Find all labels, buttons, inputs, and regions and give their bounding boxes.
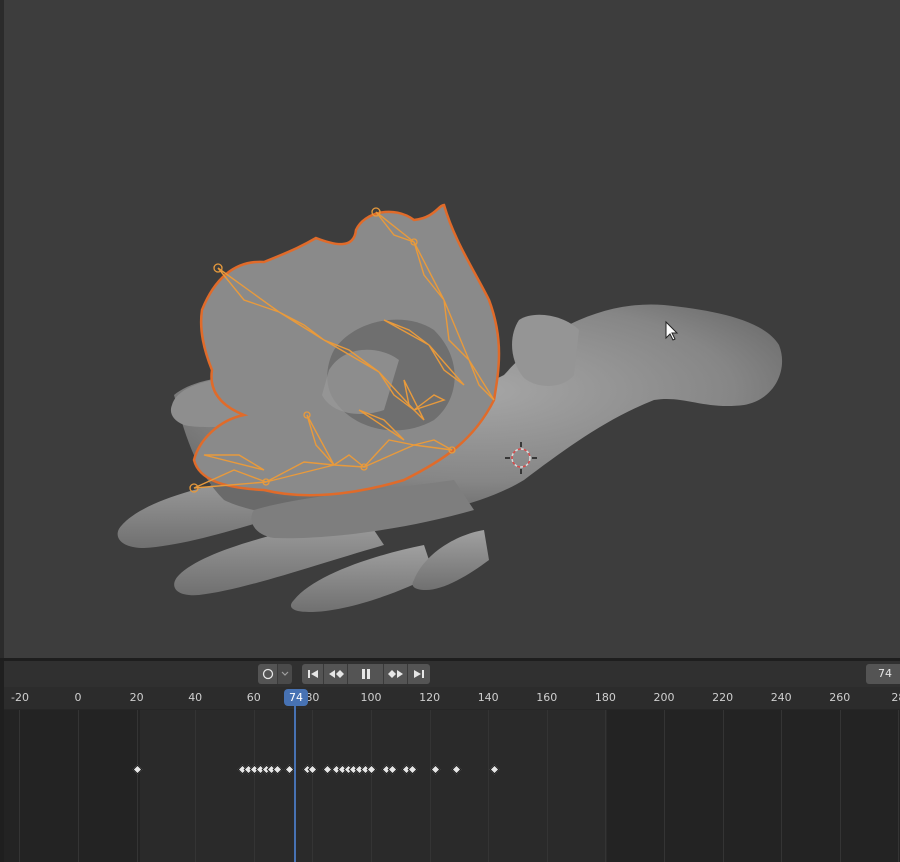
grid-line [488, 710, 490, 862]
grid-line [898, 710, 900, 862]
keyframe-marker[interactable] [307, 764, 318, 775]
frame-ruler[interactable]: -20 0 20 40 60 80 100 120 140 160 180 200 220 240 260 2… [4, 687, 900, 710]
grid-line [605, 710, 607, 862]
grid-line [429, 710, 431, 862]
3d-viewport[interactable] [0, 0, 900, 658]
keyframe-marker[interactable] [431, 764, 441, 775]
chevron-down-icon[interactable] [278, 664, 292, 684]
grid-line [371, 710, 372, 862]
grid-line [839, 710, 841, 862]
keyframe-marker[interactable] [451, 764, 462, 775]
jump-to-start-icon[interactable] [302, 664, 324, 684]
keyframe-marker[interactable] [284, 764, 295, 775]
jump-to-end-icon[interactable] [408, 664, 430, 684]
grid-line [253, 710, 255, 862]
keyframe-marker[interactable] [407, 764, 418, 775]
next-keyframe-icon[interactable] [384, 664, 408, 684]
grid-line [664, 710, 665, 862]
grid-line [195, 710, 197, 862]
ruler-tick-label: 0 [74, 691, 82, 704]
keyframe-marker[interactable] [132, 764, 143, 775]
ruler-tick-label: 60 [246, 691, 261, 704]
record-circle-icon[interactable] [258, 664, 278, 684]
ruler-tick-label: 20 [129, 691, 144, 704]
before-range-shade [4, 710, 140, 862]
ruler-tick-label: 140 [477, 691, 499, 704]
hand-model-render[interactable] [4, 0, 900, 658]
keyframe-track-area[interactable] [4, 710, 900, 862]
pause-icon[interactable] [348, 664, 384, 684]
ruler-tick-label: 28 [891, 691, 900, 704]
after-range-shade [607, 710, 900, 862]
summary-keyframe-row[interactable] [4, 763, 900, 777]
ruler-tick-label: 260 [829, 691, 851, 704]
grid-line [19, 710, 21, 862]
ruler-tick-label: 220 [712, 691, 734, 704]
playback-controls [302, 664, 430, 684]
grid-line [781, 710, 783, 862]
ruler-tick-label: 120 [419, 691, 441, 704]
grid-line [312, 710, 314, 862]
keyframe-marker[interactable] [366, 764, 377, 775]
ruler-tick-label: 100 [360, 691, 382, 704]
grid-line [546, 710, 548, 862]
grid-line [136, 710, 138, 862]
previous-keyframe-icon[interactable] [324, 664, 348, 684]
timeline-header: 74 [4, 661, 900, 687]
ruler-tick-label: 200 [653, 691, 675, 704]
ruler-tick-label: 180 [594, 691, 616, 704]
ruler-tick-label: -20 [11, 691, 29, 704]
ruler-tick-label: 40 [188, 691, 203, 704]
keyframe-marker[interactable] [489, 764, 500, 775]
playhead-line[interactable] [294, 706, 296, 862]
keyframe-marker[interactable] [272, 764, 283, 775]
current-frame-indicator[interactable]: 74 [284, 689, 308, 706]
grid-line [78, 710, 79, 862]
grid-line [722, 710, 724, 862]
selected-mesh-region[interactable] [192, 203, 501, 497]
current-frame-field[interactable]: 74 [866, 664, 900, 684]
ruler-tick-label: 240 [770, 691, 792, 704]
timeline-editor[interactable]: 74 -20 0 20 40 60 80 100 120 140 160 180 200 220 240 2… [0, 661, 900, 862]
ruler-tick-label: 160 [536, 691, 558, 704]
keying-controls [258, 664, 292, 684]
